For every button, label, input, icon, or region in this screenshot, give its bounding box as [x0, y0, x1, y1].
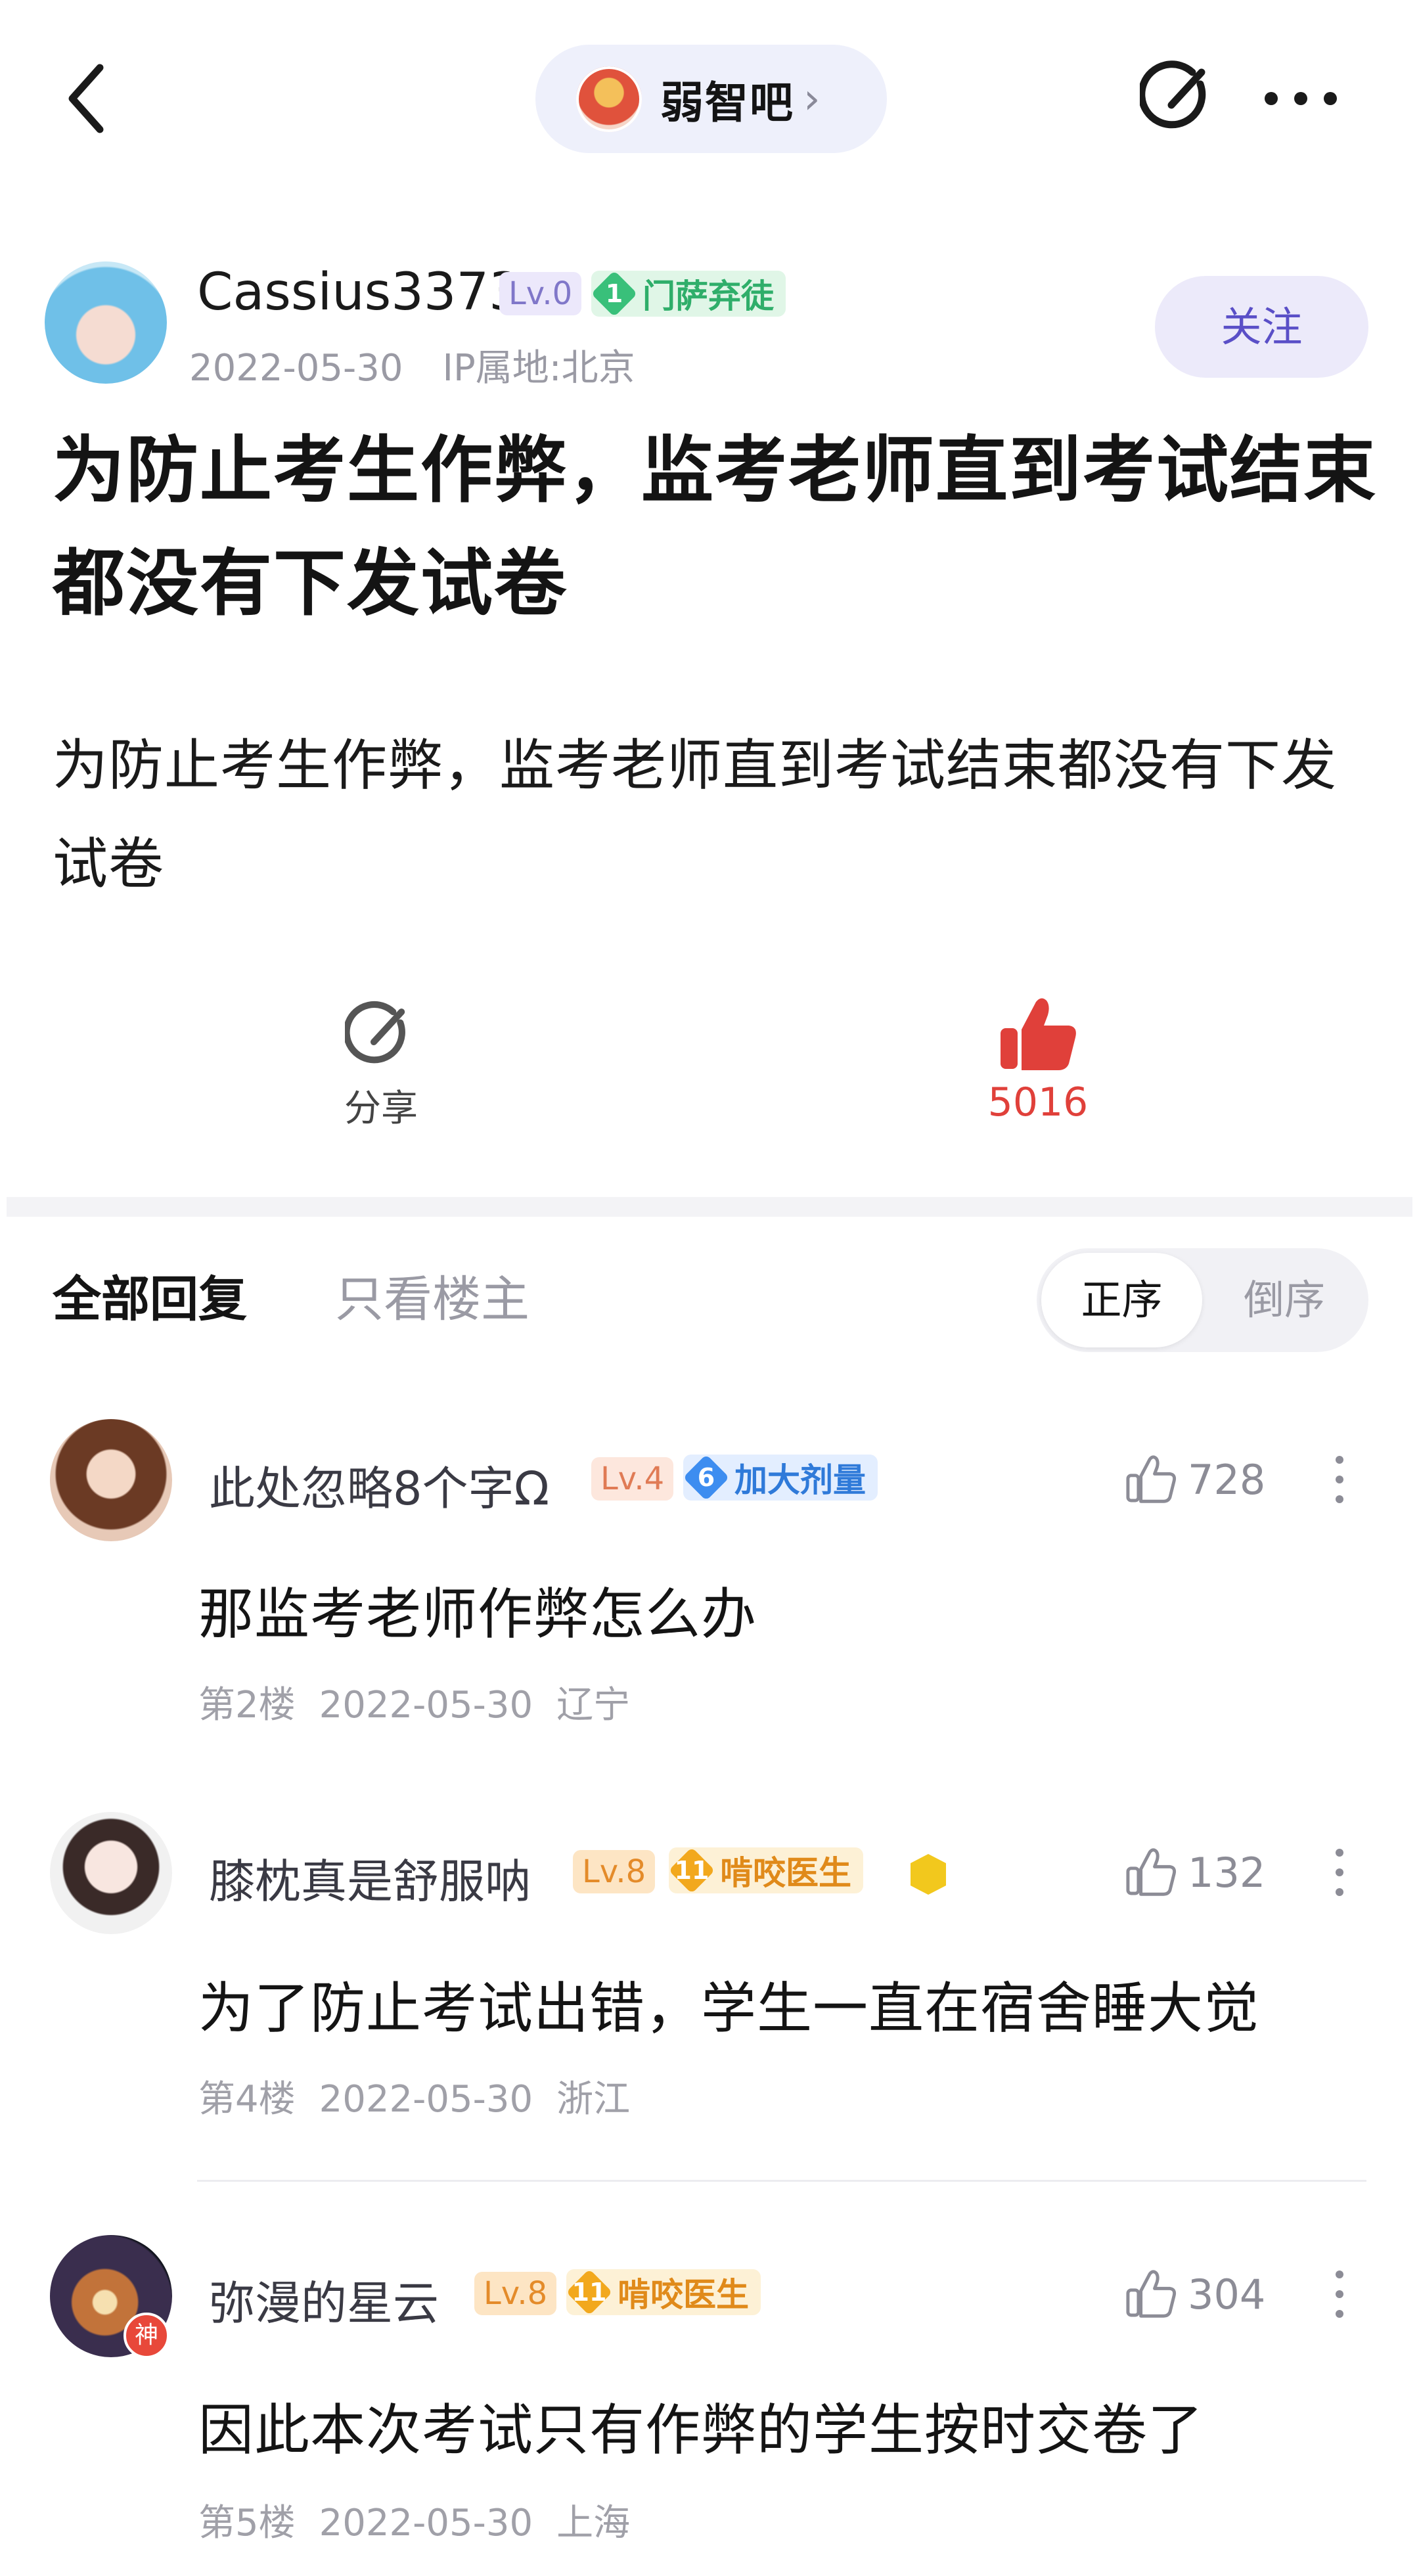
diamond-icon: 11	[566, 2269, 613, 2316]
comment-like-count: 132	[1188, 1848, 1266, 1897]
comment-text: 因此本次考试只有作弊的学生按时交卷了	[198, 2398, 1204, 2462]
comment-like-button[interactable]: 304	[1125, 2268, 1265, 2320]
comment-title-badge: 6 加大剂量	[683, 1454, 878, 1501]
share-edit-icon	[343, 1001, 405, 1064]
comment-separator	[197, 2180, 1366, 2182]
comment-level-badge: Lv.4	[591, 1457, 674, 1501]
chevron-left-icon	[68, 64, 104, 133]
comment-author-name[interactable]: 弥漫的星云	[209, 2267, 439, 2333]
comment-meta: 第5楼 2022-05-30 上海	[198, 2502, 631, 2544]
post-title: 为防止考生作弊，监考老师直到考试结束都没有下发试卷	[53, 428, 1377, 625]
comment-like-count: 304	[1188, 2270, 1266, 2318]
comment-like-button[interactable]: 132	[1125, 1846, 1265, 1899]
diamond-icon: 1	[591, 270, 638, 317]
author-title-badge: 1 门萨弃徒	[591, 270, 786, 317]
post-ip: IP属地:北京	[442, 347, 635, 390]
forum-avatar	[576, 66, 642, 132]
comment-avatar[interactable]	[50, 1812, 172, 1934]
medal-icon	[905, 1851, 951, 1897]
share-label: 分享	[344, 1087, 418, 1130]
comment-level-badge: Lv.8	[573, 1850, 656, 1893]
share-action[interactable]: 分享	[315, 999, 447, 1132]
tab-host-only[interactable]: 只看楼主	[335, 1260, 529, 1330]
share-button[interactable]	[1138, 58, 1219, 137]
comment-text: 那监考老师作弊怎么办	[198, 1582, 757, 1646]
author-name[interactable]: Cassius3373	[197, 263, 522, 322]
comment-title-badge: 11 啃咬医生	[668, 1847, 863, 1894]
forum-pill[interactable]: 弱智吧 ›	[535, 45, 887, 153]
tab-all-replies[interactable]: 全部回复	[53, 1260, 247, 1330]
back-button[interactable]	[59, 62, 118, 135]
more-dots-icon	[1265, 92, 1337, 105]
post-body: 为防止考生作弊，监考老师直到考试结束都没有下发试卷	[53, 733, 1338, 896]
thumbs-up-icon	[1126, 1848, 1177, 1896]
thumbs-up-filled-icon	[1001, 998, 1076, 1070]
author-level-badge: Lv.0	[499, 272, 582, 315]
comment-title-badge: 11 啃咬医生	[566, 2269, 761, 2316]
god-tag-badge: 神	[124, 2313, 169, 2359]
follow-button[interactable]: 关注	[1155, 276, 1368, 378]
diamond-icon: 11	[668, 1847, 715, 1894]
comment-more-button[interactable]	[1330, 2268, 1349, 2320]
author-meta: 2022-05-30 IP属地:北京	[189, 338, 635, 392]
author-badge-title: 门萨弃徒	[642, 277, 774, 315]
comment-meta: 第2楼 2022-05-30 辽宁	[198, 1684, 631, 1727]
comment-more-button[interactable]	[1330, 1453, 1349, 1506]
comment-author-name[interactable]: 膝枕真是舒服呐	[209, 1845, 531, 1911]
chevron-right-icon: ›	[803, 74, 821, 124]
thumbs-up-icon	[1126, 2270, 1177, 2318]
comment-meta: 第4楼 2022-05-30 浙江	[198, 2078, 631, 2121]
comment-more-button[interactable]	[1330, 1846, 1349, 1899]
sort-descending-button[interactable]: 倒序	[1209, 1253, 1360, 1347]
like-count: 5016	[987, 1079, 1089, 1125]
share-edit-icon	[1138, 60, 1206, 129]
comment-avatar[interactable]	[50, 1419, 172, 1541]
like-action[interactable]: 5016	[972, 995, 1104, 1125]
comment-text: 为了防止考试出错，学生一直在宿舍睡大觉	[198, 1976, 1260, 2041]
more-vertical-icon	[1336, 2271, 1343, 2318]
comment-like-button[interactable]: 728	[1125, 1453, 1265, 1506]
author-avatar[interactable]	[45, 261, 167, 384]
comment-like-count: 728	[1188, 1455, 1266, 1504]
section-divider	[7, 1197, 1412, 1217]
thumbs-up-icon	[1126, 1455, 1177, 1503]
post-date: 2022-05-30	[189, 347, 403, 390]
sort-ascending-button[interactable]: 正序	[1041, 1253, 1202, 1347]
more-button[interactable]	[1261, 79, 1340, 118]
comment-author-name[interactable]: 此处忽略8个字Ω	[209, 1452, 549, 1518]
forum-name: 弱智吧	[660, 77, 794, 128]
more-vertical-icon	[1336, 1849, 1343, 1896]
comment-level-badge: Lv.8	[474, 2272, 557, 2315]
more-vertical-icon	[1336, 1456, 1343, 1503]
diamond-icon: 6	[683, 1454, 730, 1501]
